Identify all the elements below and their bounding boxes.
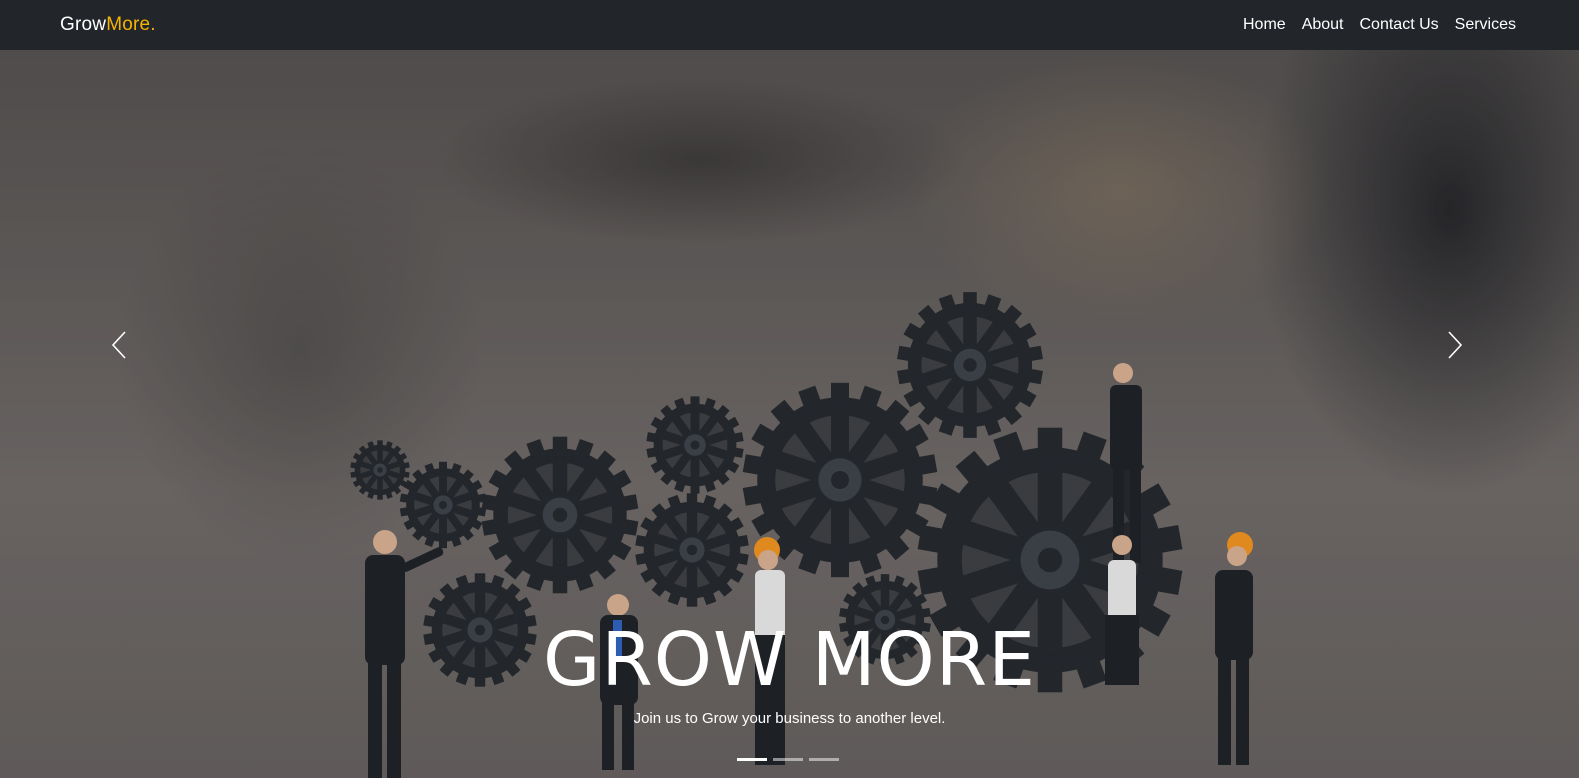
carousel-indicators	[737, 758, 839, 761]
carousel-indicator-2[interactable]	[773, 758, 803, 761]
nav-link-services[interactable]: Services	[1455, 16, 1516, 34]
brand-main-text: Grow	[60, 14, 107, 35]
nav-links: Home About Contact Us Services	[1243, 16, 1516, 34]
hero-title: GROW MORE	[543, 617, 1036, 703]
chevron-left-icon	[111, 331, 126, 359]
carousel-indicator-3[interactable]	[809, 758, 839, 761]
brand-logo[interactable]: GrowMore.	[60, 14, 156, 36]
brand-accent-text: More.	[106, 14, 156, 35]
hero-subtitle: Join us to Grow your business to another…	[633, 710, 946, 727]
carousel-next-button[interactable]	[1440, 325, 1470, 365]
chevron-right-icon	[1448, 331, 1463, 359]
nav-link-about[interactable]: About	[1302, 16, 1344, 34]
nav-link-home[interactable]: Home	[1243, 16, 1286, 34]
carousel-indicator-1[interactable]	[737, 758, 767, 761]
carousel-prev-button[interactable]	[104, 325, 134, 365]
top-navbar: GrowMore. Home About Contact Us Services	[0, 0, 1579, 50]
nav-link-contact-us[interactable]: Contact Us	[1360, 16, 1439, 34]
